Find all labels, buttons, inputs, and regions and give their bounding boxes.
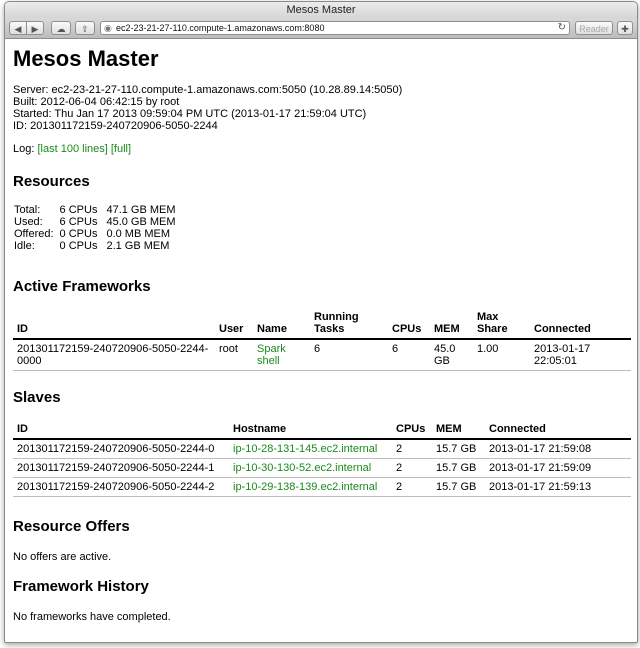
table-row: 201301172159-240720906-5050-2244-0000 ro… (13, 339, 631, 371)
resource-cpus: 6 CPUs (59, 216, 98, 228)
resource-mem: 2.1 GB MEM (106, 240, 170, 252)
framework-running-tasks: 6 (310, 339, 388, 371)
built-line: Built: 2012-06-04 06:42:15 by root (13, 96, 180, 108)
framework-cpus: 6 (388, 339, 430, 371)
forward-button[interactable]: ▶ (26, 21, 44, 35)
share-icon: ⇪ (81, 24, 89, 34)
resource-mem: 0.0 MB MEM (106, 228, 171, 240)
slave-cpus: 2 (392, 458, 432, 478)
slave-hostname-link[interactable]: ip-10-28-131-145.ec2.internal (233, 443, 377, 455)
log-last-100-link[interactable]: [last 100 lines] (37, 143, 107, 155)
slave-cpus: 2 (392, 439, 432, 459)
reload-icon[interactable]: ↻ (558, 22, 566, 34)
resource-mem: 47.1 GB MEM (106, 204, 176, 216)
active-frameworks-heading: Active Frameworks (13, 278, 151, 295)
col-id: ID (13, 308, 215, 340)
framework-user: root (215, 339, 253, 371)
framework-id: 201301172159-240720906-5050-2244-0000 (13, 339, 215, 371)
back-button[interactable]: ◀ (9, 21, 27, 35)
resource-label: Idle: (14, 240, 35, 252)
log-label: Log: (13, 143, 35, 155)
col-user: User (215, 308, 253, 340)
col-running-tasks: Running Tasks (310, 308, 388, 340)
framework-max-share: 1.00 (473, 339, 530, 371)
framework-mem: 45.0 GB (430, 339, 473, 371)
reader-button[interactable]: Reader (575, 21, 613, 35)
resource-cpus: 0 CPUs (59, 240, 98, 252)
resources-row-idle: Idle: 0 CPUs 2.1 GB MEM (14, 240, 182, 252)
browser-window: Mesos Master ◀ ▶ ☁ ⇪ ◉ ec2-23-21-27-110.… (4, 1, 638, 643)
master-info: Server: ec2-23-21-27-110.compute-1.amazo… (13, 84, 402, 132)
col-cpus: CPUs (392, 420, 432, 440)
browser-toolbar: ◀ ▶ ☁ ⇪ ◉ ec2-23-21-27-110.compute-1.ama… (5, 18, 637, 39)
resource-cpus: 6 CPUs (59, 204, 98, 216)
slave-hostname-link[interactable]: ip-10-30-130-52.ec2.internal (233, 462, 371, 474)
slave-connected: 2013-01-17 21:59:13 (485, 477, 631, 497)
extension-button[interactable]: ✚ (617, 21, 633, 35)
share-button[interactable]: ⇪ (75, 21, 95, 35)
col-connected: Connected (530, 308, 631, 340)
slaves-heading: Slaves (13, 389, 61, 406)
slave-id: 201301172159-240720906-5050-2244-0 (13, 439, 229, 459)
resource-offers-heading: Resource Offers (13, 518, 130, 535)
window-title: Mesos Master (5, 2, 637, 18)
resource-label: Used: (14, 216, 43, 228)
resources-row-offered: Offered: 0 CPUs 0.0 MB MEM (14, 228, 182, 240)
no-offers-text: No offers are active. (13, 551, 112, 563)
framework-history-heading: Framework History (13, 578, 149, 595)
log-full-link[interactable]: [full] (111, 143, 131, 155)
table-row: 201301172159-240720906-5050-2244-2 ip-10… (13, 477, 631, 497)
page-title: Mesos Master (13, 46, 159, 71)
id-line: ID: 201301172159-240720906-5050-2244 (13, 120, 218, 132)
slave-hostname-link[interactable]: ip-10-29-138-139.ec2.internal (233, 481, 377, 493)
no-history-text: No frameworks have completed. (13, 611, 171, 623)
resource-cpus: 0 CPUs (59, 228, 98, 240)
server-line: Server: ec2-23-21-27-110.compute-1.amazo… (13, 84, 403, 96)
extension-icon: ✚ (621, 24, 629, 34)
col-hostname: Hostname (229, 420, 392, 440)
nav-buttons: ◀ ▶ (9, 21, 45, 35)
table-row: 201301172159-240720906-5050-2244-0 ip-10… (13, 439, 631, 459)
table-row: 201301172159-240720906-5050-2244-1 ip-10… (13, 458, 631, 478)
col-id: ID (13, 420, 229, 440)
slave-connected: 2013-01-17 21:59:08 (485, 439, 631, 459)
started-line: Started: Thu Jan 17 2013 09:59:04 PM UTC… (13, 108, 367, 120)
slave-id: 201301172159-240720906-5050-2244-1 (13, 458, 229, 478)
cloud-icon: ☁ (56, 24, 66, 34)
col-mem: MEM (430, 308, 473, 340)
slave-mem: 15.7 GB (432, 458, 485, 478)
slave-id: 201301172159-240720906-5050-2244-2 (13, 477, 229, 497)
active-frameworks-table: ID User Name Running Tasks CPUs MEM Max … (13, 308, 631, 371)
resources-table: Total: 6 CPUs 47.1 GB MEM Used: 6 CPUs 45.0 … (14, 204, 182, 252)
back-arrow-icon: ◀ (14, 24, 22, 34)
slave-mem: 15.7 GB (432, 477, 485, 497)
resources-row-used: Used: 6 CPUs 45.0 GB MEM (14, 216, 182, 228)
framework-connected: 2013-01-17 22:05:01 (530, 339, 631, 371)
slaves-table: ID Hostname CPUs MEM Connected 201301172… (13, 420, 631, 497)
resources-heading: Resources (13, 173, 90, 190)
url-text[interactable]: ec2-23-21-27-110.compute-1.amazonaws.com… (116, 22, 324, 35)
col-connected: Connected (485, 420, 631, 440)
resource-label: Total: (14, 204, 41, 216)
resources-row-total: Total: 6 CPUs 47.1 GB MEM (14, 204, 182, 216)
log-links: Log: [last 100 lines] [full] (13, 143, 131, 155)
resource-mem: 45.0 GB MEM (106, 216, 176, 228)
col-max-share: Max Share (473, 308, 530, 340)
slave-connected: 2013-01-17 21:59:09 (485, 458, 631, 478)
col-name: Name (253, 308, 310, 340)
forward-arrow-icon: ▶ (31, 24, 39, 34)
col-mem: MEM (432, 420, 485, 440)
table-header-row: ID User Name Running Tasks CPUs MEM Max … (13, 308, 631, 340)
globe-icon: ◉ (104, 23, 112, 33)
framework-name-link[interactable]: Spark shell (257, 343, 286, 367)
address-bar[interactable]: ◉ ec2-23-21-27-110.compute-1.amazonaws.c… (100, 21, 570, 35)
col-cpus: CPUs (388, 308, 430, 340)
icloud-tabs-button[interactable]: ☁ (51, 21, 71, 35)
slave-cpus: 2 (392, 477, 432, 497)
resource-label: Offered: (14, 228, 54, 240)
table-header-row: ID Hostname CPUs MEM Connected (13, 420, 631, 440)
slave-mem: 15.7 GB (432, 439, 485, 459)
